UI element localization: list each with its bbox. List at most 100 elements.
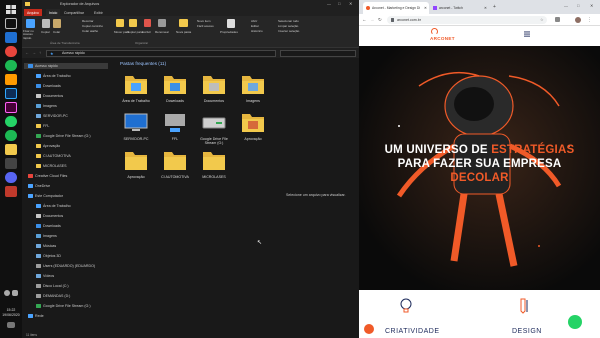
xd-icon[interactable]: [5, 102, 17, 113]
open-button[interactable]: Abrir: [251, 19, 257, 23]
sound-icon[interactable]: [4, 290, 10, 296]
back-icon[interactable]: ←: [25, 50, 29, 55]
chat-widget-icon[interactable]: [364, 324, 374, 334]
profile-avatar[interactable]: [575, 16, 581, 23]
site-brand[interactable]: ARCONET: [430, 36, 455, 41]
folder-item[interactable]: FFL: [155, 108, 195, 148]
browser-tab-twitch[interactable]: arconet - Twitch ✕: [430, 2, 490, 14]
windows-start-icon[interactable]: [5, 4, 17, 15]
nav-item[interactable]: Músicas: [24, 243, 108, 249]
clock-date[interactable]: 19/06/2020: [0, 313, 22, 317]
browser-minimize-icon[interactable]: —: [564, 3, 568, 8]
copy-path-button[interactable]: Copiar caminho: [82, 24, 103, 28]
folder-item[interactable]: MICROLASES: [194, 146, 234, 186]
new-tab-icon[interactable]: +: [493, 4, 496, 10]
nav-item[interactable]: Documentos: [24, 93, 108, 99]
up-icon[interactable]: ↑: [39, 50, 41, 55]
select-all-button[interactable]: Selecionar tudo: [278, 19, 299, 23]
rename-button[interactable]: Renomear: [155, 30, 169, 34]
tab-compartilhar[interactable]: Compartilhar: [64, 11, 84, 15]
nav-item[interactable]: OneDrive: [24, 183, 108, 189]
nav-item[interactable]: Aprovação: [24, 143, 108, 149]
tab-inicio[interactable]: Início: [46, 9, 61, 16]
folder-item[interactable]: Documentos: [194, 70, 234, 110]
nav-item[interactable]: MICROLASES: [24, 163, 108, 169]
mail-icon[interactable]: [5, 32, 17, 43]
bookmark-star-icon[interactable]: ☆: [540, 17, 544, 22]
notification-icon[interactable]: [7, 322, 15, 328]
nav-item[interactable]: DEMANDAS (D:): [24, 293, 108, 299]
nav-item[interactable]: Imagens: [24, 103, 108, 109]
spotify-icon-2[interactable]: [5, 130, 17, 141]
close-icon[interactable]: ✕: [349, 1, 352, 6]
nav-item[interactable]: Creative Cloud Files: [24, 173, 108, 179]
search-input[interactable]: [280, 49, 356, 57]
nav-item[interactable]: CI AUTOMOTIVA: [24, 153, 108, 159]
maximize-icon[interactable]: □: [338, 1, 340, 6]
copy-to-button[interactable]: Copiar para: [127, 30, 143, 34]
nav-item[interactable]: Google Drive File Stream (G:): [24, 303, 108, 309]
nav-item[interactable]: Documentos: [24, 213, 108, 219]
browser-menu-icon[interactable]: ⋮: [587, 17, 592, 23]
new-folder-button[interactable]: Nova pasta: [176, 30, 191, 34]
browser-forward-icon[interactable]: →: [370, 17, 375, 22]
nav-item[interactable]: SERVIDOR-PC: [24, 113, 108, 119]
illustrator-icon[interactable]: [5, 74, 17, 85]
nav-item[interactable]: FFL: [24, 123, 108, 129]
spotify-icon[interactable]: [5, 60, 17, 71]
history-button[interactable]: Histórico: [251, 29, 263, 33]
discord-icon[interactable]: [5, 172, 17, 183]
folder-item[interactable]: Imagens: [233, 70, 273, 110]
section-title[interactable]: Pastas frequentes (11): [120, 61, 166, 66]
file-explorer-icon[interactable]: [5, 144, 17, 155]
browser-close-icon[interactable]: ✕: [590, 3, 593, 8]
paste-shortcut-button[interactable]: Colar atalho: [82, 29, 98, 33]
nav-item[interactable]: Users (EDUARDO) (EDUARDO): [24, 263, 108, 269]
nav-item[interactable]: Este Computador: [24, 193, 108, 199]
tab-close-icon[interactable]: ✕: [424, 6, 427, 10]
select-none-button[interactable]: Limpar seleção: [278, 24, 298, 28]
nav-item[interactable]: Objetos 3D: [24, 253, 108, 259]
reload-icon[interactable]: ↻: [378, 17, 382, 23]
task-view-icon[interactable]: [5, 18, 17, 29]
nav-item[interactable]: Google Drive File Stream (G:): [24, 133, 108, 139]
invert-selection-button[interactable]: Inverter seleção: [278, 29, 299, 33]
tab-arquivo[interactable]: Arquivo: [24, 9, 42, 16]
nav-item[interactable]: Área de Trabalho: [24, 203, 108, 209]
hamburger-menu-icon[interactable]: [524, 31, 530, 37]
nav-item[interactable]: Área de Trabalho: [24, 73, 108, 79]
folder-item[interactable]: Área de Trabalho: [116, 70, 156, 110]
media-icon[interactable]: [5, 186, 17, 197]
nav-item[interactable]: Acesso rápido: [24, 63, 108, 69]
app-icon[interactable]: [5, 158, 17, 169]
minimize-icon[interactable]: —: [327, 1, 331, 6]
nav-item[interactable]: Vídeos: [24, 273, 108, 279]
paste-button[interactable]: Colar: [53, 30, 60, 34]
browser-maximize-icon[interactable]: □: [577, 3, 579, 8]
browser-back-icon[interactable]: ←: [362, 17, 367, 22]
tab-close-icon-2[interactable]: ✕: [484, 6, 487, 10]
delete-button[interactable]: Excluir: [142, 30, 151, 34]
folder-item[interactable]: Downloads: [155, 70, 195, 110]
explorer-titlebar[interactable]: Explorador de Arquivos — □ ✕: [22, 0, 359, 9]
folder-item[interactable]: SERVIDOR-PC: [116, 108, 156, 148]
clock-time[interactable]: 15:22: [0, 308, 22, 312]
edit-button[interactable]: Editar: [251, 24, 259, 28]
nav-item[interactable]: Imagens: [24, 233, 108, 239]
nav-item[interactable]: Downloads: [24, 83, 108, 89]
new-item-button[interactable]: Novo item: [197, 19, 211, 23]
nav-item[interactable]: Downloads: [24, 223, 108, 229]
nav-item[interactable]: Rede: [24, 313, 108, 319]
pin-button[interactable]: Fixar no Acesso rápido: [23, 29, 41, 40]
extension-icon[interactable]: [555, 17, 560, 22]
copy-button[interactable]: Copiar: [41, 30, 50, 34]
folder-item[interactable]: Aprovação: [116, 146, 156, 186]
easy-access-button[interactable]: Fácil acesso: [197, 24, 214, 28]
folder-item[interactable]: Aprovação: [233, 108, 273, 148]
tab-exibir[interactable]: Exibir: [94, 11, 103, 15]
photoshop-icon[interactable]: [5, 88, 17, 99]
browser-tab-arconet[interactable]: Arconet - Marketing e Design Di ✕: [363, 2, 429, 14]
chrome-icon[interactable]: [5, 46, 17, 57]
whatsapp-float-icon[interactable]: [568, 315, 582, 329]
network-icon[interactable]: [12, 290, 18, 296]
